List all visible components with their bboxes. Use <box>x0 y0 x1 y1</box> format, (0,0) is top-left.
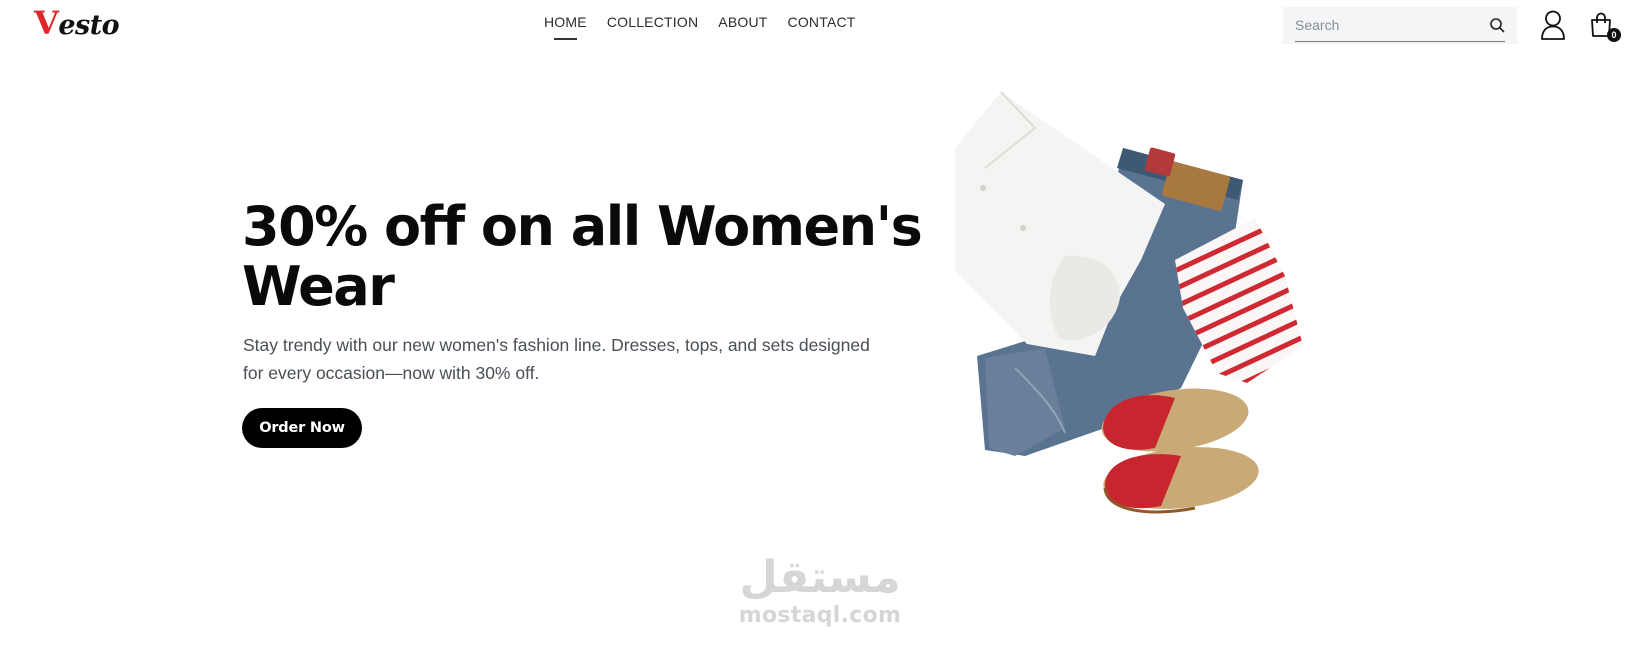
mostaql-watermark: مستقل mostaql.com <box>730 556 910 628</box>
watermark-arabic: مستقل <box>739 552 901 603</box>
watermark-latin: mostaql.com <box>738 603 902 628</box>
nav-item-collection[interactable]: COLLECTION <box>607 14 698 38</box>
search-box <box>1283 7 1517 44</box>
logo-initial: V <box>34 4 59 42</box>
user-icon[interactable] <box>1540 10 1566 40</box>
hero-product-image <box>955 91 1303 514</box>
nav-item-contact[interactable]: CONTACT <box>788 14 856 38</box>
order-now-button[interactable]: Order Now <box>242 408 362 448</box>
search-underline <box>1295 41 1505 42</box>
cart-button[interactable]: 0 <box>1589 12 1621 42</box>
nav-item-home[interactable]: HOME <box>544 14 587 40</box>
search-icon[interactable] <box>1489 17 1505 33</box>
hero-description: Stay trendy with our new women's fashion… <box>243 335 870 383</box>
site-header: Vesto HOME COLLECTION ABOUT CONTACT 0 <box>0 0 1641 52</box>
search-input[interactable] <box>1295 9 1485 41</box>
hero-title: 30% off on all Women's Wear <box>242 195 923 318</box>
cart-count-badge: 0 <box>1607 28 1621 42</box>
brand-logo[interactable]: Vesto <box>34 4 120 42</box>
logo-rest: esto <box>58 10 120 41</box>
main-nav: HOME COLLECTION ABOUT CONTACT <box>544 14 856 40</box>
nav-item-about[interactable]: ABOUT <box>718 14 767 38</box>
